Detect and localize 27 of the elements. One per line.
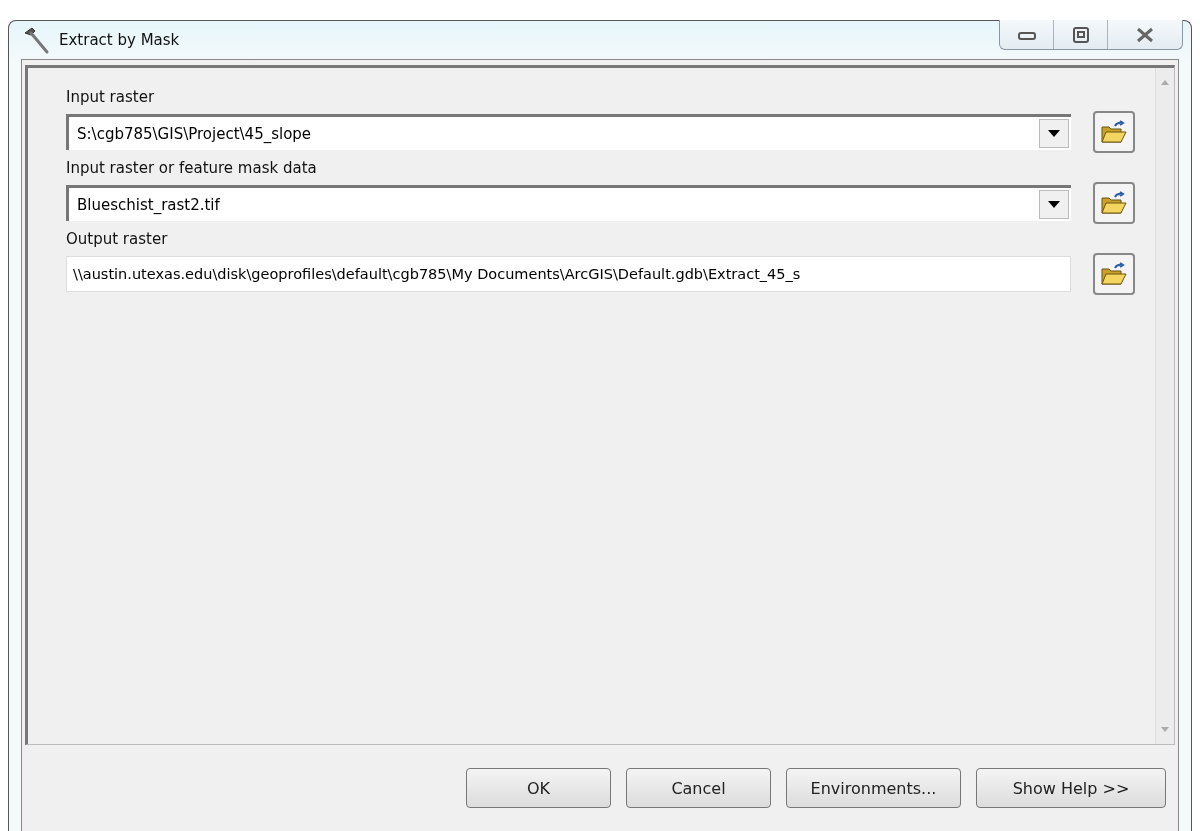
caret-icon [1048,130,1060,137]
input-field[interactable]: \\austin.utexas.edu\disk\geoprofiles\default\cgb785\My Documents\ArcGIS\Default.gdb\Extract_45_s [66,256,1071,292]
field-label: Input raster or feature mask data [66,159,318,177]
minimize-icon [1017,29,1036,40]
dropdown-field[interactable]: Blueschist_rast2.tif [66,185,1071,221]
browse-button[interactable] [1093,182,1135,224]
scroll-up-icon [1161,80,1169,85]
dropdown-field[interactable]: S:\cgb785\GIS\Project\45_slope [66,114,1071,150]
dropdown-arrow-button[interactable] [1039,190,1069,219]
window-title: Extract by Mask [59,31,180,49]
dialog-button[interactable]: Cancel [626,768,771,808]
close-icon [1135,26,1155,43]
dialog-button[interactable]: Show Help >> [976,768,1166,808]
scroll-down-icon [1161,727,1169,732]
browse-button[interactable] [1093,253,1135,295]
dropdown-arrow-button[interactable] [1039,119,1069,148]
field-label: Output raster [66,230,169,248]
folder-icon [1101,120,1127,144]
caret-icon [1048,201,1060,208]
dialog-button[interactable]: Environments... [786,768,961,808]
folder-icon [1101,262,1127,286]
field-label: Input raster [66,88,156,106]
dialog-button[interactable]: OK [466,768,611,808]
browse-button[interactable] [1093,111,1135,153]
scrollbar[interactable] [1155,68,1174,744]
maximize-icon [1072,26,1089,43]
folder-icon [1101,191,1127,215]
